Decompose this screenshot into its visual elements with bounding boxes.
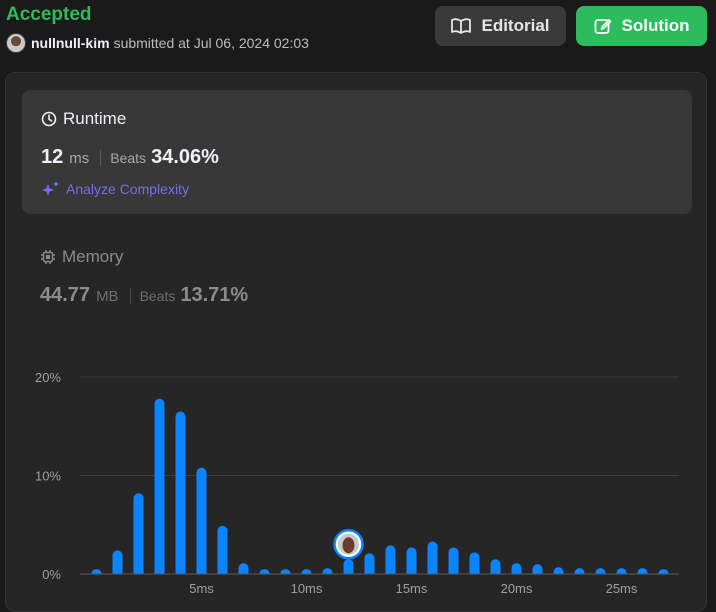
chart-x-axis: 5ms 10ms 15ms 20ms 25ms xyxy=(189,581,638,596)
x-tick-label: 5ms xyxy=(189,581,214,596)
y-tick-label: 20% xyxy=(35,370,61,385)
runtime-distribution-chart[interactable]: 0% 10% 20% 5ms 10ms 15ms 20ms 25ms xyxy=(0,0,716,600)
distribution-bar[interactable] xyxy=(196,467,207,578)
y-tick-label: 10% xyxy=(35,469,61,484)
chart-bars xyxy=(70,398,689,579)
distribution-bar[interactable] xyxy=(217,525,228,578)
your-submission-marker[interactable] xyxy=(333,528,364,560)
x-tick-label: 20ms xyxy=(501,581,533,596)
x-tick-label: 25ms xyxy=(606,581,638,596)
distribution-bar[interactable] xyxy=(133,493,144,578)
x-tick-label: 15ms xyxy=(396,581,428,596)
baseline-mask xyxy=(70,574,689,579)
y-tick-label: 0% xyxy=(42,567,61,582)
avatar-marker-figure xyxy=(342,537,355,554)
x-tick-label: 10ms xyxy=(291,581,323,596)
distribution-bar[interactable] xyxy=(406,547,417,578)
distribution-bar[interactable] xyxy=(427,541,438,578)
distribution-bar[interactable] xyxy=(448,547,459,578)
distribution-bar[interactable] xyxy=(154,398,165,578)
chart-y-axis: 0% 10% 20% xyxy=(35,370,61,582)
distribution-bar[interactable] xyxy=(385,545,396,578)
chart-gridlines xyxy=(80,376,679,575)
distribution-bar[interactable] xyxy=(175,411,186,578)
